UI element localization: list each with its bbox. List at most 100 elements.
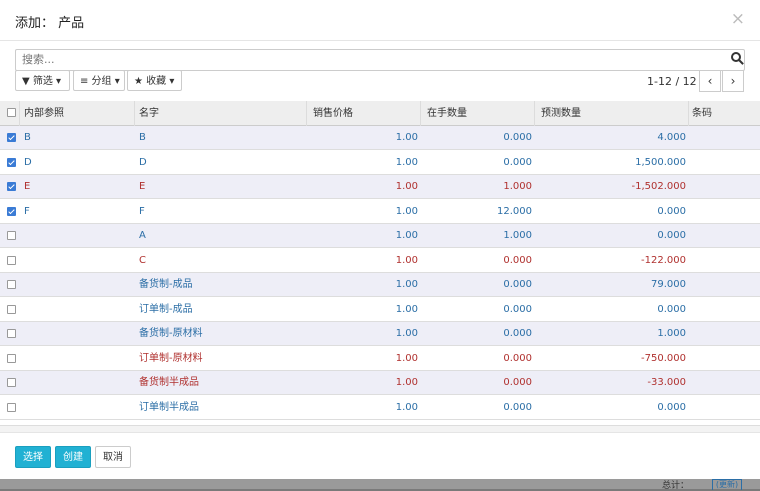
cell-name: B: [139, 132, 146, 143]
filter-button[interactable]: ▼ 筛选 ▾: [15, 70, 70, 91]
cell-name: 备货制-原材料: [139, 328, 203, 339]
cell-name: 订单制-原材料: [139, 352, 203, 364]
horizontal-scrollbar[interactable]: [0, 425, 760, 432]
cell-on-hand: 0.000: [503, 328, 532, 339]
cell-sales-price: 1.00: [395, 352, 418, 364]
cell-sales-price: 1.00: [395, 254, 418, 266]
row-checkbox[interactable]: [7, 402, 16, 412]
row-checkbox[interactable]: [7, 157, 16, 167]
cell-sales-price: 1.00: [395, 205, 418, 217]
cell-on-hand: 0.000: [503, 303, 532, 315]
cell-forecast: 4.000: [657, 132, 686, 143]
dialog-title: 添加： 产品: [15, 16, 85, 31]
table-row[interactable]: 订单制-成品 1.00 0.000 0.000: [0, 297, 760, 322]
cell-reference: B: [24, 132, 31, 143]
row-checkbox[interactable]: [7, 329, 16, 338]
cell-on-hand: 0.000: [503, 279, 532, 290]
pager-value[interactable]: 1-12 / 12: [647, 75, 697, 88]
cell-on-hand: 0.000: [503, 132, 532, 143]
cell-sales-price: 1.00: [395, 132, 418, 143]
row-checkbox[interactable]: [7, 182, 16, 191]
cell-forecast: -1,502.000: [631, 181, 686, 192]
cell-forecast: -750.000: [641, 352, 686, 364]
row-checkbox[interactable]: [7, 304, 16, 314]
cell-on-hand: 1.000: [503, 230, 532, 241]
cell-name: 订单制半成品: [139, 401, 199, 413]
row-checkbox[interactable]: [7, 133, 16, 142]
cell-on-hand: 0.000: [503, 352, 532, 364]
dialog-header: 添加： 产品 ×: [0, 0, 760, 41]
table-row[interactable]: A 1.00 1.000 0.000: [0, 224, 760, 248]
cell-sales-price: 1.00: [395, 230, 418, 241]
table-row[interactable]: 备货制-原材料 1.00 0.000 1.000: [0, 322, 760, 346]
cell-on-hand: 1.000: [503, 181, 532, 192]
background-update-link[interactable]: (更新): [712, 479, 742, 490]
cell-name: E: [139, 181, 146, 192]
create-button[interactable]: 创建: [55, 446, 91, 468]
table-row[interactable]: 备货制-成品 1.00 0.000 79.000: [0, 273, 760, 297]
cell-sales-price: 1.00: [395, 156, 418, 168]
cell-on-hand: 0.000: [503, 156, 532, 168]
select-button[interactable]: 选择: [15, 446, 51, 468]
table-row[interactable]: B B 1.00 0.000 4.000: [0, 126, 760, 150]
select-all-checkbox[interactable]: [7, 108, 16, 117]
cell-on-hand: 0.000: [503, 254, 532, 266]
pager-next-icon[interactable]: ›: [722, 70, 744, 92]
cell-forecast: 1,500.000: [635, 156, 686, 168]
cell-sales-price: 1.00: [395, 181, 418, 192]
cell-on-hand: 0.000: [503, 377, 532, 388]
table-row[interactable]: E E 1.00 1.000 -1,502.000: [0, 175, 760, 199]
row-checkbox[interactable]: [7, 231, 16, 240]
cell-reference: E: [24, 181, 31, 192]
row-checkbox[interactable]: [7, 280, 16, 289]
column-header-on-hand[interactable]: 在手数量: [427, 101, 467, 126]
row-checkbox[interactable]: [7, 353, 16, 363]
cell-reference: F: [24, 205, 30, 217]
background-total-label: 总计：: [662, 481, 690, 491]
cell-name: D: [139, 156, 147, 168]
cell-sales-price: 1.00: [395, 328, 418, 339]
row-checkbox[interactable]: [7, 255, 16, 265]
column-header-reference[interactable]: 内部参照: [24, 101, 64, 126]
table-row[interactable]: F F 1.00 12.000 0.000: [0, 199, 760, 224]
cell-forecast: -122.000: [641, 254, 686, 266]
search-input[interactable]: [16, 50, 718, 68]
cell-reference: D: [24, 156, 32, 168]
cell-forecast: 0.000: [657, 401, 686, 413]
cell-forecast: 0.000: [657, 230, 686, 241]
cell-name: 备货制半成品: [139, 377, 199, 388]
close-icon[interactable]: ×: [731, 9, 745, 29]
table-row[interactable]: 备货制半成品 1.00 0.000 -33.000: [0, 371, 760, 395]
pager-previous-icon[interactable]: ‹: [699, 70, 721, 92]
cell-name: C: [139, 254, 146, 266]
table-row[interactable]: 订单制-原材料 1.00 0.000 -750.000: [0, 346, 760, 371]
cell-sales-price: 1.00: [395, 377, 418, 388]
cell-name: A: [139, 230, 146, 241]
row-checkbox[interactable]: [7, 378, 16, 387]
table-row[interactable]: D D 1.00 0.000 1,500.000: [0, 150, 760, 175]
row-checkbox[interactable]: [7, 206, 16, 216]
cell-forecast: 0.000: [657, 205, 686, 217]
cell-on-hand: 0.000: [503, 401, 532, 413]
cell-sales-price: 1.00: [395, 401, 418, 413]
table-header-row: 内部参照 名字 销售价格 在手数量 预测数量 条码: [0, 101, 760, 126]
column-header-forecast[interactable]: 预测数量: [541, 101, 581, 126]
cancel-button[interactable]: 取消: [95, 446, 131, 468]
cell-forecast: 0.000: [657, 303, 686, 315]
favorites-button[interactable]: ★ 收藏 ▾: [127, 70, 182, 91]
table-row[interactable]: 订单制半成品 1.00 0.000 0.000: [0, 395, 760, 420]
cell-forecast: 79.000: [651, 279, 686, 290]
cell-on-hand: 12.000: [497, 205, 532, 217]
background-form-footer: [0, 478, 760, 489]
cell-sales-price: 1.00: [395, 279, 418, 290]
column-header-sales-price[interactable]: 销售价格: [313, 101, 353, 126]
column-header-barcode[interactable]: 条码: [692, 101, 712, 126]
cell-name: 订单制-成品: [139, 303, 193, 315]
search-icon[interactable]: [731, 52, 741, 62]
table-row[interactable]: C 1.00 0.000 -122.000: [0, 248, 760, 273]
cell-name: 备货制-成品: [139, 279, 193, 290]
add-product-dialog: 添加： 产品 × ▼ 筛选 ▾ ≡ 分组 ▾ ★ 收藏 ▾ 1-12 / 12 …: [0, 0, 760, 479]
cell-name: F: [139, 205, 145, 217]
group-by-button[interactable]: ≡ 分组 ▾: [73, 70, 125, 91]
column-header-name[interactable]: 名字: [139, 101, 159, 126]
